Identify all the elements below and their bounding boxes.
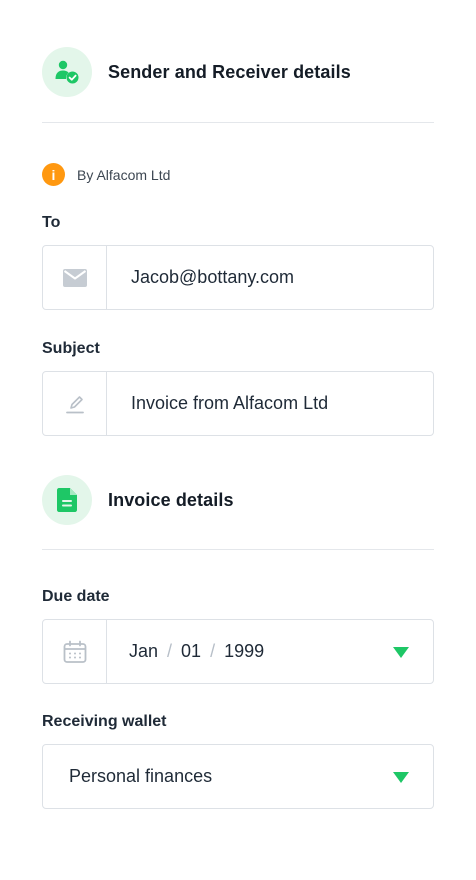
due-date-value[interactable]: Jan / 01 / 1999 [107, 641, 264, 662]
receiving-wallet-label: Receiving wallet [42, 713, 167, 730]
user-check-icon [42, 47, 92, 97]
divider [42, 549, 434, 550]
to-field[interactable]: Jacob@bottany.com [42, 245, 434, 310]
section-title: Sender and Receiver details [108, 61, 351, 82]
date-separator: / [167, 641, 173, 661]
document-icon [42, 475, 92, 525]
due-date-field[interactable]: Jan / 01 / 1999 [42, 619, 434, 684]
pencil-icon [43, 372, 107, 435]
to-value[interactable]: Jacob@bottany.com [107, 267, 433, 288]
calendar-icon [43, 620, 107, 683]
subject-value[interactable]: Invoice from Alfacom Ltd [107, 393, 433, 414]
due-date-year[interactable]: 1999 [224, 641, 264, 662]
divider [42, 122, 434, 123]
section-title: Invoice details [108, 489, 234, 510]
mail-icon [43, 246, 107, 309]
caret-down-icon[interactable] [393, 772, 409, 783]
sender-section-header: Sender and Receiver details [42, 47, 351, 97]
due-date-day[interactable]: 01 [181, 641, 201, 662]
subject-label: Subject [42, 340, 100, 357]
to-label: To [42, 214, 61, 231]
due-date-month[interactable]: Jan [129, 641, 158, 662]
sender-notice: i By Alfacom Ltd [42, 163, 170, 186]
caret-down-icon[interactable] [393, 647, 409, 658]
receiving-wallet-select[interactable]: Personal finances [42, 744, 434, 809]
notice-text: By Alfacom Ltd [77, 166, 171, 183]
info-icon: i [42, 163, 65, 186]
receiving-wallet-value[interactable]: Personal finances [43, 766, 212, 787]
invoice-section-header: Invoice details [42, 475, 234, 525]
date-separator: / [210, 641, 216, 661]
subject-field[interactable]: Invoice from Alfacom Ltd [42, 371, 434, 436]
due-date-label: Due date [42, 588, 110, 605]
